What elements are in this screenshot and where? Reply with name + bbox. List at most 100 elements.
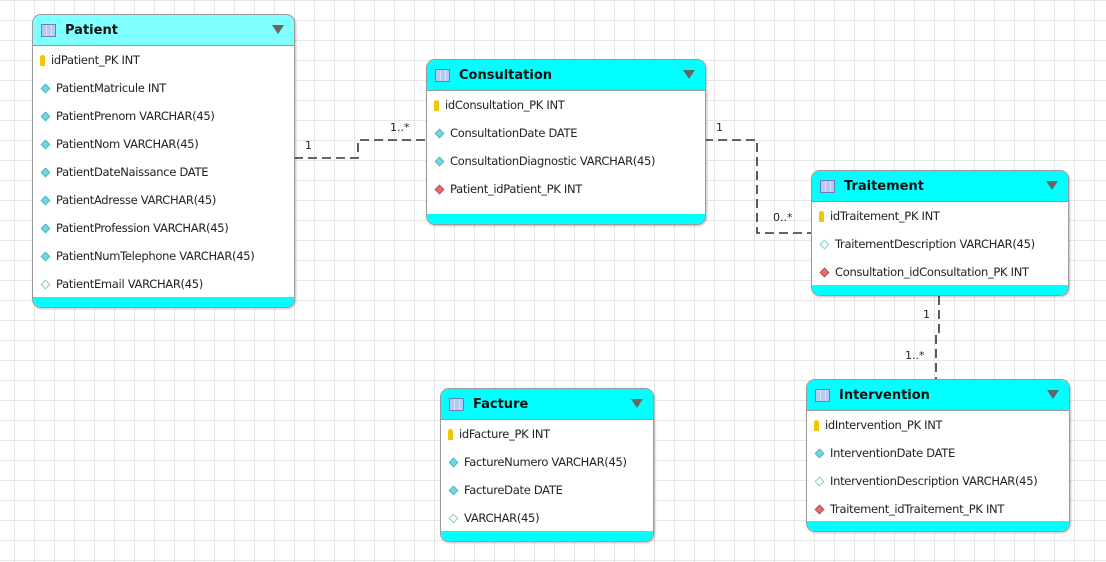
nullable-column-icon — [814, 476, 825, 486]
column-label: PatientDateNaissance DATE — [56, 165, 209, 179]
table-icon — [815, 388, 830, 402]
table-header[interactable]: Traitement — [812, 171, 1068, 202]
column-label: PatientMatricule INT — [56, 81, 166, 95]
not-null-column-icon — [814, 448, 825, 458]
column-label: Patient_idPatient_PK INT — [450, 182, 583, 196]
column-row[interactable]: FactureDate DATE — [441, 476, 653, 504]
column-row[interactable]: PatientPrenom VARCHAR(45) — [33, 102, 294, 130]
not-null-column-icon — [40, 251, 51, 261]
not-null-column-icon — [434, 156, 445, 166]
table-facture[interactable]: Facture idFacture_PK INT FactureNumero VAR… — [440, 388, 654, 542]
table-traitement[interactable]: Traitement idTraitement_PK INT TraitementD… — [811, 170, 1069, 296]
cardinality-label: 1 — [923, 308, 930, 321]
not-null-column-icon — [40, 195, 51, 205]
table-icon — [435, 68, 450, 82]
cardinality-label: 1..* — [390, 121, 410, 134]
not-null-column-icon — [40, 111, 51, 121]
column-label: idTraitement_PK INT — [830, 209, 940, 223]
nullable-column-icon — [40, 279, 51, 289]
column-label: PatientPrenom VARCHAR(45) — [56, 109, 215, 123]
cardinality-label: 1..* — [905, 349, 925, 362]
table-footer — [33, 297, 294, 307]
column-row[interactable]: PatientAdresse VARCHAR(45) — [33, 186, 294, 214]
column-label: Traitement_idTraitement_PK INT — [830, 502, 1005, 516]
collapse-arrow-icon[interactable] — [683, 70, 695, 79]
not-null-column-icon — [448, 457, 459, 467]
column-row[interactable]: idIntervention_PK INT — [807, 411, 1069, 439]
column-label: Consultation_idConsultation_PK INT — [835, 265, 1029, 279]
column-row[interactable]: FactureNumero VARCHAR(45) — [441, 448, 653, 476]
collapse-arrow-icon[interactable] — [631, 399, 643, 408]
column-label: idIntervention_PK INT — [825, 418, 943, 432]
column-label: ConsultationDate DATE — [450, 126, 578, 140]
column-row[interactable]: PatientMatricule INT — [33, 74, 294, 102]
column-row[interactable]: idFacture_PK INT — [441, 420, 653, 448]
column-row[interactable]: idTraitement_PK INT — [812, 202, 1068, 230]
column-row[interactable]: InterventionDescription VARCHAR(45) — [807, 467, 1069, 495]
column-row[interactable]: InterventionDate DATE — [807, 439, 1069, 467]
table-header[interactable]: Patient — [33, 15, 294, 46]
collapse-arrow-icon[interactable] — [1047, 390, 1059, 399]
column-label: idFacture_PK INT — [459, 427, 550, 441]
table-consultation[interactable]: Consultation idConsultation_PK INT Consult… — [426, 59, 706, 225]
table-title: Intervention — [839, 387, 930, 403]
column-row[interactable]: PatientDateNaissance DATE — [33, 158, 294, 186]
table-footer — [812, 285, 1068, 295]
collapse-arrow-icon[interactable] — [272, 25, 284, 34]
column-row[interactable]: PatientNom VARCHAR(45) — [33, 130, 294, 158]
relation-patient-consultation — [294, 139, 426, 159]
not-null-column-icon — [434, 128, 445, 138]
column-label: TraitementDescription VARCHAR(45) — [835, 237, 1035, 251]
foreign-key-icon — [814, 504, 825, 514]
nullable-column-icon — [448, 513, 459, 523]
primary-key-icon — [819, 210, 824, 222]
column-row[interactable]: idPatient_PK INT — [33, 46, 294, 74]
foreign-key-icon — [434, 184, 445, 194]
table-icon — [41, 23, 56, 37]
column-label: idConsultation_PK INT — [445, 98, 565, 112]
column-row[interactable]: PatientNumTelephone VARCHAR(45) — [33, 242, 294, 270]
column-label: VARCHAR(45) — [464, 511, 540, 525]
primary-key-icon — [40, 54, 45, 66]
table-header[interactable]: Consultation — [427, 60, 705, 91]
table-footer — [427, 214, 705, 224]
not-null-column-icon — [40, 167, 51, 177]
table-patient[interactable]: Patient idPatient_PK INT PatientMatricule … — [32, 14, 295, 308]
not-null-column-icon — [448, 485, 459, 495]
table-header[interactable]: Intervention — [807, 380, 1069, 411]
cardinality-label: 1 — [305, 139, 312, 152]
column-label: FactureDate DATE — [464, 483, 563, 497]
not-null-column-icon — [40, 83, 51, 93]
table-title: Facture — [473, 396, 529, 412]
column-row[interactable]: ConsultationDiagnostic VARCHAR(45) — [427, 147, 705, 175]
column-row[interactable]: Consultation_idConsultation_PK INT — [812, 258, 1068, 286]
table-footer — [441, 531, 653, 541]
table-icon — [820, 179, 835, 193]
column-row[interactable]: Patient_idPatient_PK INT — [427, 175, 705, 203]
column-row[interactable]: ConsultationDate DATE — [427, 119, 705, 147]
column-row[interactable]: idConsultation_PK INT — [427, 91, 705, 119]
cardinality-label: 1 — [716, 121, 723, 134]
column-row[interactable]: PatientProfession VARCHAR(45) — [33, 214, 294, 242]
column-label: PatientNumTelephone VARCHAR(45) — [56, 249, 255, 263]
not-null-column-icon — [40, 223, 51, 233]
column-label: InterventionDate DATE — [830, 446, 955, 460]
collapse-arrow-icon[interactable] — [1046, 181, 1058, 190]
table-title: Consultation — [459, 67, 553, 83]
column-row[interactable]: TraitementDescription VARCHAR(45) — [812, 230, 1068, 258]
column-label: InterventionDescription VARCHAR(45) — [830, 474, 1038, 488]
primary-key-icon — [448, 428, 453, 440]
table-title: Patient — [65, 22, 118, 38]
column-row[interactable]: Traitement_idTraitement_PK INT — [807, 495, 1069, 523]
table-icon — [449, 397, 464, 411]
column-label: idPatient_PK INT — [51, 53, 140, 67]
table-header[interactable]: Facture — [441, 389, 653, 420]
column-label: ConsultationDiagnostic VARCHAR(45) — [450, 154, 656, 168]
column-row[interactable]: VARCHAR(45) — [441, 504, 653, 532]
primary-key-icon — [814, 419, 819, 431]
relation-consultation-traitement — [704, 139, 811, 234]
column-label: PatientEmail VARCHAR(45) — [56, 277, 203, 291]
column-row[interactable]: PatientEmail VARCHAR(45) — [33, 270, 294, 298]
cardinality-label: 0..* — [773, 211, 793, 224]
table-intervention[interactable]: Intervention idIntervention_PK INT Interve… — [806, 379, 1070, 532]
